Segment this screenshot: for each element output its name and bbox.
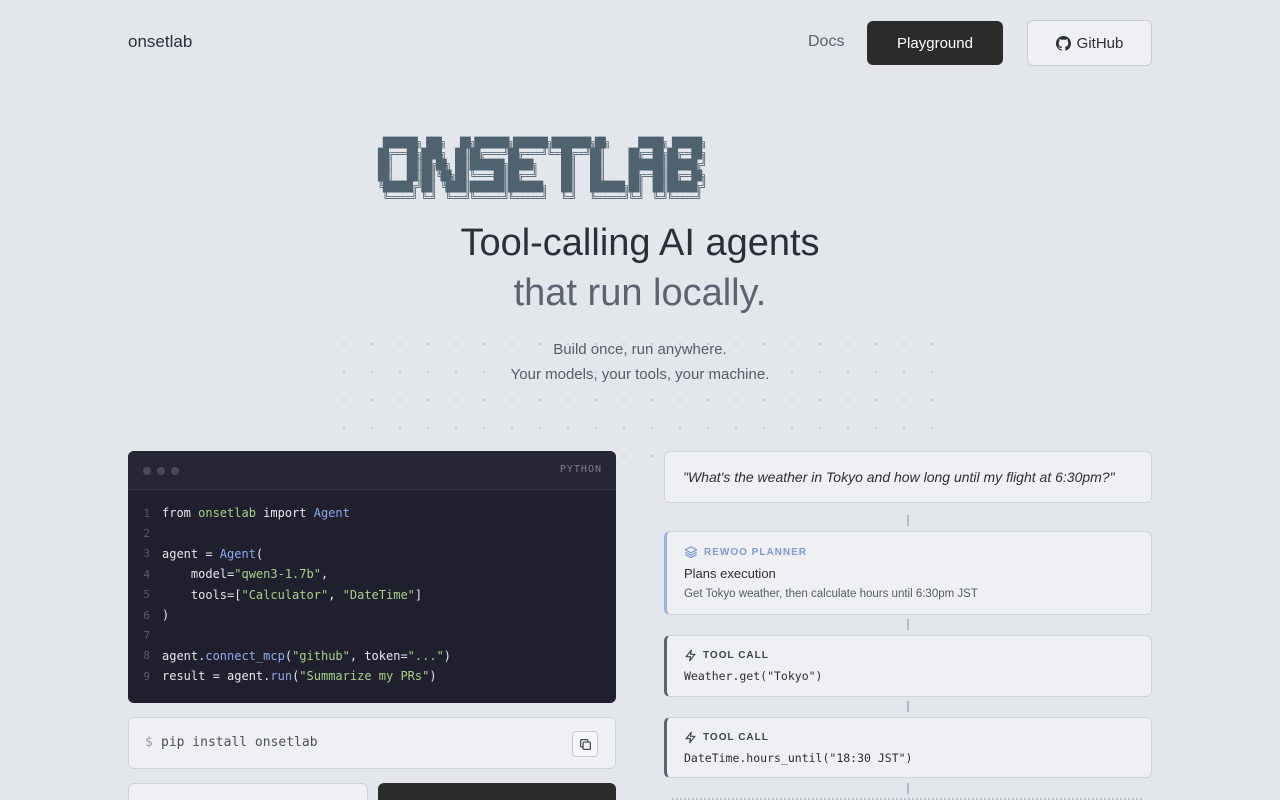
code-token: run: [270, 669, 293, 684]
hero-subtitle-line1: Build once, run anywhere.: [553, 341, 727, 358]
code-token: "Summarize my PRs": [299, 669, 430, 684]
code-token: (: [255, 546, 264, 561]
shell-prompt: $: [145, 735, 153, 750]
flow-connector: [907, 619, 909, 630]
github-button[interactable]: GitHub: [1027, 20, 1152, 66]
code-window-titlebar: PYTHON: [128, 451, 616, 490]
user-query-card: "What's the weather in Tokyo and how lon…: [664, 451, 1152, 503]
user-query-text: "What's the weather in Tokyo and how lon…: [683, 469, 1115, 485]
line-number: 9: [143, 669, 150, 683]
code-token: result = agent.: [162, 669, 271, 684]
code-token: onsetlab: [198, 506, 256, 521]
line-number: 2: [143, 527, 150, 541]
lightning-icon: [685, 649, 696, 662]
code-token: Agent: [313, 506, 350, 521]
code-body: 1 from onsetlab import Agent 2 3 agent = Age…: [128, 490, 616, 687]
code-window: PYTHON 1 from onsetlab import Agent 2 3 agen…: [128, 451, 616, 703]
tool-call-header: TOOL CALL: [684, 649, 769, 662]
code-token: "...": [407, 648, 444, 663]
code-line: 9 result = agent. run("Summarize my PRs"): [128, 666, 616, 686]
code-token: import: [255, 506, 314, 521]
tool-call-card: TOOL CALL Weather.get("Tokyo"): [664, 635, 1152, 697]
window-dot-icon: [143, 467, 151, 475]
line-number: 7: [143, 629, 150, 643]
line-number: 3: [143, 547, 150, 561]
code-token: agent =: [162, 546, 220, 561]
playground-button-label: Playground: [897, 34, 973, 52]
code-token: ): [443, 648, 452, 663]
tool-call-label: TOOL CALL: [703, 732, 769, 743]
code-token: tools=[: [162, 587, 242, 602]
planner-step-card: REWOO PLANNER Plans execution Get Tokyo …: [664, 531, 1152, 615]
hero-title-line1: Tool-calling AI agents: [460, 222, 820, 264]
brand-logo[interactable]: onsetlab: [128, 32, 192, 52]
code-token: connect_mcp: [205, 648, 285, 663]
code-language-label: PYTHON: [559, 464, 602, 475]
github-button-label: GitHub: [1076, 34, 1124, 52]
primary-cta-button[interactable]: [378, 783, 616, 800]
code-token: , token=: [349, 648, 408, 663]
code-token: ): [162, 608, 170, 623]
code-line: 1 from onsetlab import Agent: [128, 503, 616, 523]
install-command: pip install onsetlab: [161, 735, 318, 750]
tool-call-header: TOOL CALL: [684, 731, 769, 744]
layers-icon: [684, 546, 698, 559]
hero-title-line2: that run locally.: [513, 272, 767, 314]
code-line: 6): [128, 605, 616, 625]
line-number: 4: [143, 567, 150, 581]
code-token: ,: [320, 567, 329, 582]
code-token: Agent: [219, 546, 256, 561]
hero-subtitle-line2: Your models, your tools, your machine.: [510, 366, 770, 383]
line-number: 5: [143, 588, 150, 602]
tool-call-code: Weather.get("Tokyo"): [684, 669, 823, 683]
line-number: 1: [143, 506, 150, 520]
line-number: 6: [143, 608, 150, 622]
planner-step-label: REWOO PLANNER: [704, 546, 807, 558]
line-number: 8: [143, 649, 150, 663]
code-token: ,: [328, 587, 343, 602]
code-token: from: [162, 506, 199, 521]
code-token: agent.: [162, 648, 206, 663]
code-line: 3 agent = Agent(: [128, 544, 616, 564]
flow-connector: [907, 701, 909, 712]
copy-icon: [579, 738, 591, 750]
planner-step-title: Plans execution: [684, 566, 776, 581]
window-dot-icon: [171, 467, 179, 475]
code-token: ]: [414, 587, 423, 602]
code-token: "qwen3-1.7b": [234, 567, 321, 582]
tool-call-label: TOOL CALL: [703, 650, 769, 661]
code-token: "Calculator": [241, 587, 329, 602]
ascii-logo: ███████╗ ███╗ ██╗███████╗███████╗███████…: [378, 138, 707, 204]
code-token: (: [292, 669, 300, 684]
install-command-box: $ pip install onsetlab: [128, 717, 616, 769]
code-token: model=: [162, 567, 235, 582]
lightning-icon: [685, 731, 696, 744]
github-icon: [1055, 35, 1071, 51]
planner-step-description: Get Tokyo weather, then calculate hours …: [684, 588, 978, 600]
nav-docs-link[interactable]: Docs: [808, 33, 844, 51]
planner-step-header: REWOO PLANNER: [684, 545, 807, 559]
code-line: 2: [128, 523, 616, 543]
playground-button[interactable]: Playground: [867, 21, 1003, 65]
flow-connector: [907, 515, 909, 526]
code-token: "DateTime": [342, 587, 415, 602]
copy-button[interactable]: [572, 731, 598, 757]
code-line: 8 agent. connect_mcp("github", token= "..."…: [128, 646, 616, 666]
code-line: 4 model= "qwen3-1.7b",: [128, 564, 616, 584]
code-line: 5 tools=["Calculator", "DateTime"]: [128, 585, 616, 605]
code-token: (: [284, 648, 293, 663]
code-token: "github": [292, 648, 350, 663]
flow-connector: [907, 783, 909, 794]
code-line: 7: [128, 625, 616, 645]
window-dot-icon: [157, 467, 165, 475]
tool-call-code: DateTime.hours_until("18:30 JST"): [684, 751, 913, 765]
code-token: ): [429, 669, 437, 684]
secondary-cta-button[interactable]: [128, 783, 368, 800]
tool-call-card: TOOL CALL DateTime.hours_until("18:30 JS…: [664, 717, 1152, 778]
